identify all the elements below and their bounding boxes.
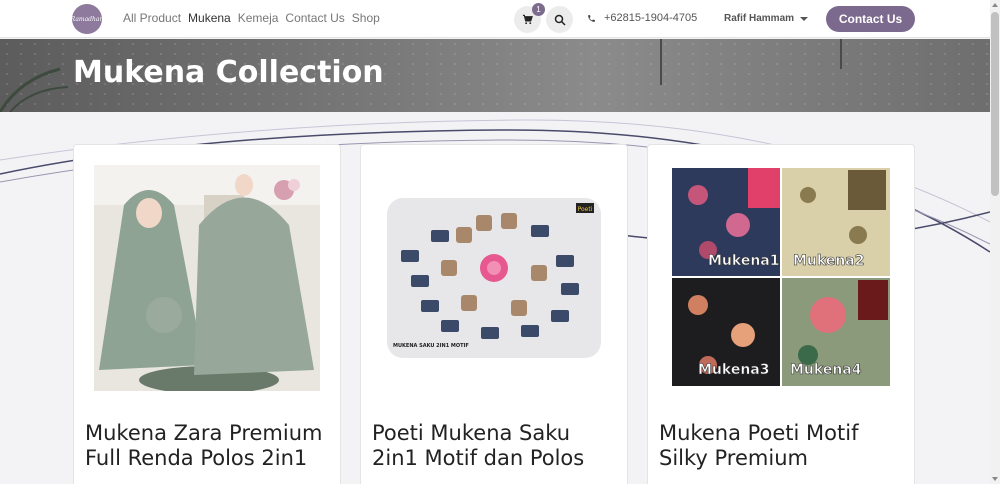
- phone-number: +62815-1904-4705: [604, 12, 698, 24]
- nav-link-contact-us[interactable]: Contact Us: [285, 11, 344, 25]
- nav-link-kemeja[interactable]: Kemeja: [238, 11, 279, 25]
- cart-button[interactable]: 1: [514, 3, 545, 33]
- image-brand-tag: Poeti: [578, 206, 593, 213]
- product-image[interactable]: [94, 165, 320, 391]
- brand-logo[interactable]: Ramadhan: [70, 4, 104, 34]
- product-card[interactable]: Mukena1 Mukena2 Mukena3 Mukena4 Mukena P…: [647, 144, 915, 484]
- image-label: Mukena2: [793, 253, 864, 269]
- product-image[interactable]: Mukena1 Mukena2 Mukena3 Mukena4: [668, 165, 894, 391]
- logo-text: Ramadhan: [70, 15, 104, 23]
- contact-us-button[interactable]: Contact Us: [826, 6, 915, 32]
- phone-contact[interactable]: +62815-1904-4705: [587, 12, 697, 24]
- hero-lamp: [840, 39, 842, 69]
- product-title[interactable]: Mukena Poeti Motif Silky Premium: [659, 421, 905, 471]
- search-button[interactable]: [546, 6, 573, 33]
- cart-icon: [522, 14, 533, 25]
- image-caption: MUKENA SAKU 2IN1 MOTIF: [393, 343, 469, 349]
- hero-lamp: [660, 39, 662, 85]
- phone-icon: [588, 14, 595, 22]
- page-title: Mukena Collection: [73, 55, 384, 90]
- product-title[interactable]: Mukena Zara Premium Full Renda Polos 2in…: [85, 421, 331, 471]
- hero-plant-decor: [0, 67, 69, 112]
- image-label: Mukena1: [708, 253, 779, 269]
- nav-link-shop[interactable]: Shop: [352, 11, 380, 25]
- hero-banner: Mukena Collection: [0, 39, 990, 112]
- product-image[interactable]: Poeti MUKENA SAKU 2IN1 MOTIF: [381, 165, 607, 391]
- navbar: Ramadhan All Product Mukena Kemeja Conta…: [0, 0, 990, 38]
- image-label: Mukena3: [698, 362, 769, 378]
- user-menu[interactable]: Rafif Hammam: [724, 13, 809, 24]
- nav-link-all-product[interactable]: All Product: [123, 11, 181, 25]
- image-label: Mukena4: [790, 362, 862, 378]
- nav-link-mukena[interactable]: Mukena: [188, 11, 231, 25]
- scroll-thumb[interactable]: [991, 12, 999, 196]
- scroll-down-icon[interactable]: [992, 477, 998, 481]
- page-scrollbar[interactable]: [990, 0, 1000, 484]
- user-name: Rafif Hammam: [724, 13, 795, 24]
- product-title[interactable]: Poeti Mukena Saku 2in1 Motif dan Polos: [372, 421, 618, 471]
- nav-links: All Product Mukena Kemeja Contact Us Sho…: [123, 11, 387, 25]
- product-card[interactable]: Mukena Zara Premium Full Renda Polos 2in…: [73, 144, 341, 484]
- search-icon: [554, 14, 566, 26]
- scroll-up-icon[interactable]: [992, 3, 998, 7]
- cart-count-badge: 1: [532, 3, 545, 16]
- caret-down-icon: [800, 16, 809, 21]
- product-card[interactable]: Poeti MUKENA SAKU 2IN1 MOTIF Poeti Muken…: [360, 144, 628, 484]
